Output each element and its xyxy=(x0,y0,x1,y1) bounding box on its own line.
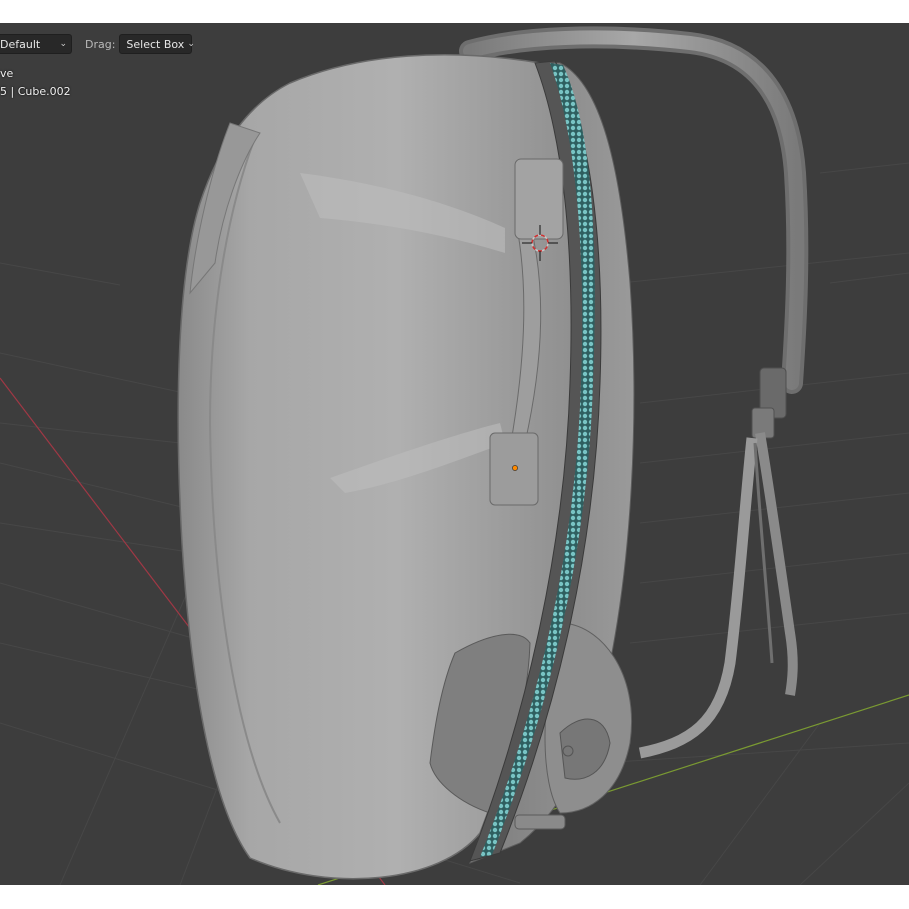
viewport-header: Default ⌄ Drag: Select Box ⌄ xyxy=(0,33,195,55)
viewport-info-overlay: ve 5 | Cube.002 xyxy=(0,65,71,101)
chevron-down-icon: ⌄ xyxy=(187,39,195,49)
3d-viewport[interactable]: Default ⌄ Drag: Select Box ⌄ ve 5 | Cube… xyxy=(0,23,909,885)
viewport-scene[interactable] xyxy=(0,23,909,885)
transform-orientation-value: Default xyxy=(0,37,41,51)
active-object-text: 5 | Cube.002 xyxy=(0,85,71,98)
view-mode-text: ve xyxy=(0,67,14,80)
drag-mode-value: Select Box xyxy=(126,37,185,51)
chevron-down-icon: ⌄ xyxy=(59,39,67,49)
drag-mode-dropdown[interactable]: Select Box ⌄ xyxy=(119,34,195,54)
transform-orientation-dropdown[interactable]: Default ⌄ xyxy=(0,34,72,54)
drag-label: Drag: xyxy=(85,37,116,51)
object-origin-icon xyxy=(512,465,518,471)
